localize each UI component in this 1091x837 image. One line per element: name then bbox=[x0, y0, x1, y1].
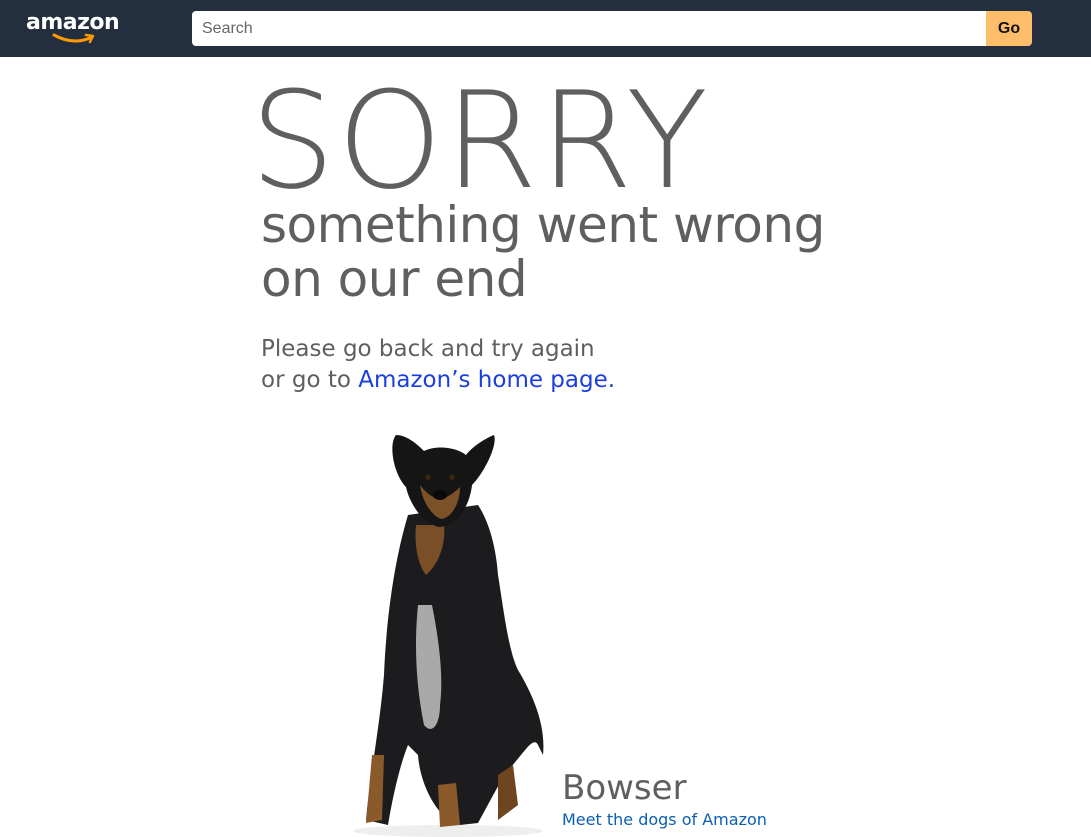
message-line-1: Please go back and try again bbox=[261, 336, 595, 362]
dog-name: Bowser bbox=[562, 768, 687, 808]
sorry-headline: SORRY bbox=[250, 63, 711, 219]
go-button[interactable]: Go bbox=[986, 11, 1032, 46]
subhead-line-2: on our end bbox=[261, 250, 528, 308]
error-subheading: something went wrong on our end bbox=[261, 198, 825, 306]
meet-the-dogs-link[interactable]: Meet the dogs of Amazon bbox=[562, 809, 767, 831]
error-message: Please go back and try again or go to Am… bbox=[261, 334, 615, 396]
smile-arrow-icon bbox=[52, 33, 95, 44]
subhead-line-1: something went wrong bbox=[261, 196, 825, 254]
home-page-link[interactable]: Amazon’s home page. bbox=[358, 367, 615, 393]
message-line-2: or go to Amazon’s home page. bbox=[261, 365, 615, 396]
amazon-logo[interactable]: amazon bbox=[26, 10, 126, 46]
search-input[interactable] bbox=[192, 11, 986, 46]
message-line-2-prefix: or go to bbox=[261, 367, 359, 393]
dog-photo bbox=[353, 435, 544, 837]
top-nav-bar: amazon Go bbox=[0, 0, 1091, 57]
search-bar: Go bbox=[192, 11, 1032, 46]
